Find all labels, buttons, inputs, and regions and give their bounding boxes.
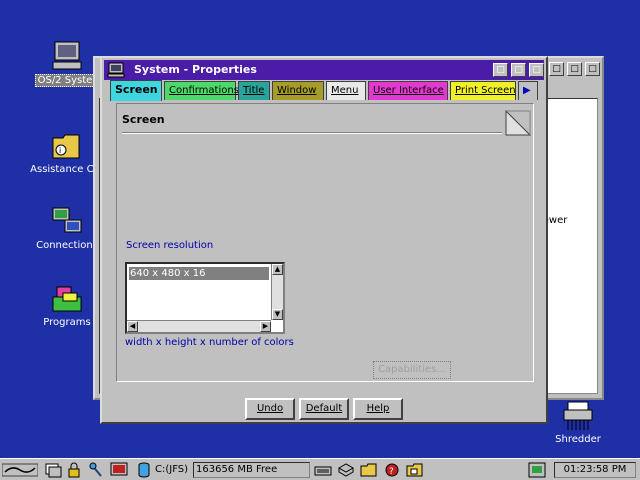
desktop-icon-label: Shredder xyxy=(555,434,601,445)
tab-window[interactable]: Window xyxy=(272,81,324,100)
computer-icon xyxy=(52,41,82,70)
svg-text:i: i xyxy=(59,146,61,155)
page-curl-icon[interactable] xyxy=(505,110,531,136)
desktop-icon-label: OS/2 Syster xyxy=(34,74,100,87)
shortcut-folder-icon[interactable] xyxy=(406,462,424,478)
desktop-icon-label: Connections xyxy=(36,240,98,251)
tab-screen[interactable]: Screen xyxy=(110,80,162,101)
page-heading: Screen xyxy=(122,113,165,126)
window-titlebar[interactable]: System - Properties □ □ □ xyxy=(104,60,544,80)
scroll-down-icon[interactable]: ▼ xyxy=(272,309,283,320)
programs-folder-icon xyxy=(52,286,82,312)
maximize-icon[interactable]: □ xyxy=(529,63,544,77)
help-center-icon[interactable]: ? xyxy=(383,462,401,478)
find-icon[interactable] xyxy=(88,462,104,478)
system-menu-icon[interactable] xyxy=(107,62,125,78)
resolution-hint: width x height x number of colors xyxy=(125,337,294,348)
system-setup-icon[interactable] xyxy=(110,462,128,478)
system-properties-window[interactable]: System - Properties □ □ □ Screen Confirm… xyxy=(100,56,548,424)
hide-icon[interactable]: □ xyxy=(493,63,508,77)
screen-resolution-listbox[interactable]: 640 x 480 x 16 ▲ ▼ ◀ ▶ xyxy=(125,262,285,334)
drive-label[interactable]: C:(JFS) xyxy=(155,464,188,475)
tab-title[interactable]: Title xyxy=(238,81,270,100)
shredder-icon xyxy=(563,401,593,430)
os2-logo-icon[interactable] xyxy=(2,462,38,478)
tab-scroll-right-icon[interactable]: ▶ xyxy=(518,81,538,100)
undo-button[interactable]: Undo xyxy=(245,398,295,420)
folder-info-icon: i xyxy=(52,134,80,159)
lock-icon[interactable] xyxy=(66,462,82,478)
horizontal-scrollbar[interactable]: ◀ ▶ xyxy=(127,320,271,332)
clock[interactable]: 01:23:58 PM xyxy=(554,462,636,478)
network-icon xyxy=(52,207,82,233)
screen-resolution-label: Screen resolution xyxy=(126,240,214,251)
svg-text:?: ? xyxy=(389,467,394,477)
keyboard-icon[interactable] xyxy=(314,462,332,478)
scroll-up-icon[interactable]: ▲ xyxy=(272,264,283,275)
tab-print-screen[interactable]: Print Screen xyxy=(450,81,516,100)
restore-icon[interactable]: □ xyxy=(585,62,600,76)
scroll-left-icon[interactable]: ◀ xyxy=(127,321,138,332)
tab-user-interface[interactable]: User Interface xyxy=(368,81,448,100)
help-button[interactable]: Help xyxy=(353,398,403,420)
network-status-icon[interactable] xyxy=(528,462,546,478)
window-list-icon[interactable] xyxy=(44,462,62,478)
default-button[interactable]: Default xyxy=(299,398,349,420)
tab-confirmations[interactable]: Confirmations xyxy=(164,81,239,100)
taskbar: C:(JFS) 163656 MB Free ? 01:23:58 PM xyxy=(0,458,640,480)
capabilities-button[interactable]: Capabilities... xyxy=(373,361,451,379)
notebook-tabs: Screen Confirmations Title Window Menu U… xyxy=(110,80,542,101)
desktop-icon-label: Programs xyxy=(43,317,91,328)
free-space-display: 163656 MB Free xyxy=(193,462,310,478)
minimize-icon[interactable]: □ xyxy=(549,62,564,76)
maximize-icon[interactable]: □ xyxy=(567,62,582,76)
list-item[interactable]: 640 x 480 x 16 xyxy=(129,267,269,280)
window-title: System - Properties xyxy=(134,63,257,76)
tab-menu[interactable]: Menu xyxy=(326,81,366,100)
drive-icon[interactable] xyxy=(137,462,151,478)
screen-page: Screen Screen resolution 640 x 480 x 16 … xyxy=(116,103,534,382)
disk-drive-icon[interactable] xyxy=(337,462,355,478)
vertical-scrollbar[interactable]: ▲ ▼ xyxy=(271,264,283,320)
scroll-right-icon[interactable]: ▶ xyxy=(260,321,271,332)
page-divider xyxy=(122,132,502,134)
restore-icon[interactable]: □ xyxy=(511,63,526,77)
folder-icon[interactable] xyxy=(360,462,378,478)
